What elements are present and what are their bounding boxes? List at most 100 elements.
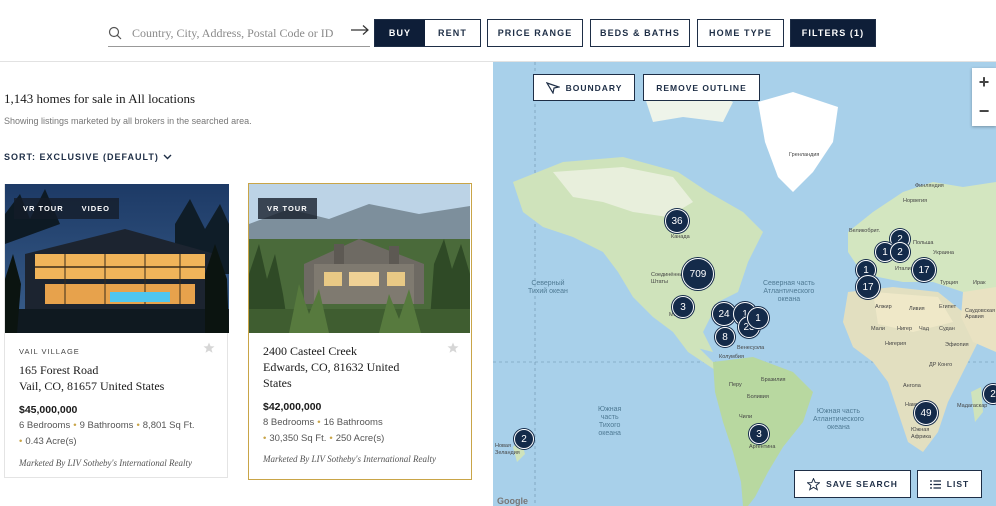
- boundary-label: BOUNDARY: [565, 82, 623, 93]
- map-cluster-marker[interactable]: 17: [912, 258, 936, 282]
- label-greenland: Гренландия: [789, 152, 820, 158]
- label-angola: Ангола: [903, 383, 921, 389]
- remove-outline-label: REMOVE OUTLINE: [656, 82, 747, 93]
- remove-outline-button[interactable]: REMOVE OUTLINE: [643, 74, 760, 101]
- address-line-2: Edwards, CO, 81632 United States: [263, 360, 400, 390]
- search-bar: [108, 20, 370, 47]
- search-icon: [108, 26, 122, 40]
- label-libya: Ливия: [909, 306, 925, 312]
- star-outline-icon: [807, 477, 821, 491]
- zoom-out-button[interactable]: −: [972, 97, 996, 126]
- map-cluster-marker[interactable]: 1: [747, 307, 769, 329]
- listing-address[interactable]: 165 Forest Road Vail, CO, 81657 United S…: [19, 362, 164, 394]
- listing-address[interactable]: 2400 Casteel Creek Edwards, CO, 81632 Un…: [263, 343, 423, 391]
- label-sudan: Судан: [939, 326, 955, 332]
- listing-card[interactable]: VR TOUR VIDEO VAIL VILLAGE 165 Forest Ro…: [4, 184, 229, 478]
- save-search-button[interactable]: SAVE SEARCH: [794, 470, 911, 498]
- listing-area: VAIL VILLAGE: [19, 347, 80, 356]
- buy-button[interactable]: BUY: [375, 20, 425, 46]
- sort-label: SORT: EXCLUSIVE (DEFAULT): [4, 152, 159, 162]
- zoom-in-button[interactable]: +: [972, 68, 996, 97]
- label-north-pacific: Северный Тихий океан: [528, 280, 568, 295]
- label-colombia: Колумбия: [719, 354, 744, 360]
- badge-vr-tour: VR TOUR: [258, 198, 317, 219]
- map-cluster-marker[interactable]: 49: [914, 401, 938, 425]
- home-type-button[interactable]: HOME TYPE: [697, 19, 784, 47]
- favorite-star-icon[interactable]: [447, 342, 459, 354]
- marketed-by: Marketed By LIV Sotheby's International …: [19, 458, 192, 468]
- listing-photo[interactable]: VR TOUR VIDEO: [5, 184, 229, 333]
- label-madagascar: Мадагаскар: [957, 403, 988, 409]
- label-finland: Финляндия: [915, 183, 944, 189]
- polygon-draw-icon: [545, 81, 560, 94]
- map-cluster-marker[interactable]: 36: [665, 209, 689, 233]
- buy-rent-toggle: BUY RENT: [374, 19, 481, 47]
- listing-card[interactable]: VR TOUR 2400 Casteel Creek Edwards, CO, …: [248, 183, 472, 480]
- label-argentina: Аргентина: [749, 444, 776, 450]
- map-cluster-marker[interactable]: 709: [682, 258, 714, 290]
- acres: 0.43 Acre(s): [25, 436, 77, 447]
- label-norway: Норвегия: [903, 198, 928, 204]
- label-north-atlantic: Северная часть Атлантического океана: [763, 280, 815, 303]
- results-count: 1,143 homes for sale in All locations: [4, 91, 196, 106]
- bedrooms: 6 Bedrooms: [19, 420, 71, 431]
- favorite-star-icon[interactable]: [203, 342, 215, 354]
- badge-video: VIDEO: [72, 198, 119, 219]
- boundary-button[interactable]: BOUNDARY: [533, 74, 635, 101]
- map-panel[interactable]: Северный Тихий океан Северная часть Атла…: [493, 62, 996, 506]
- map-cluster-marker[interactable]: 3: [749, 424, 769, 444]
- address-line-2: Vail, CO, 81657 United States: [19, 379, 165, 393]
- sqft: 8,801 Sq Ft.: [142, 420, 195, 431]
- bathrooms: 16 Bathrooms: [323, 417, 383, 428]
- save-search-label: SAVE SEARCH: [826, 479, 898, 489]
- acres: 250 Acre(s): [335, 433, 385, 444]
- label-venezuela: Венесуэла: [737, 345, 765, 351]
- rent-button[interactable]: RENT: [425, 20, 480, 46]
- list-view-button[interactable]: LIST: [917, 470, 982, 498]
- map-cluster-marker[interactable]: 17: [856, 275, 880, 299]
- listing-facts: 8 Bedrooms • 16 Bathrooms • 30,350 Sq Ft. • 25…: [263, 417, 385, 444]
- label-algeria: Алжир: [875, 304, 892, 310]
- label-poland: Польша: [913, 240, 934, 246]
- label-turkey: Турция: [940, 280, 958, 286]
- label-brazil: Бразилия: [761, 377, 786, 383]
- beds-baths-button[interactable]: BEDS & BATHS: [590, 19, 690, 47]
- zoom-control: + −: [972, 68, 996, 126]
- sqft: 30,350 Sq Ft.: [269, 433, 327, 444]
- bedrooms: 8 Bedrooms: [263, 417, 315, 428]
- arrow-right-icon[interactable]: [350, 24, 370, 36]
- label-chad: Чад: [919, 326, 929, 332]
- filters-button[interactable]: FILTERS (1): [790, 19, 876, 47]
- search-input[interactable]: [132, 25, 342, 41]
- listing-photo[interactable]: VR TOUR: [249, 184, 471, 333]
- map-cluster-marker[interactable]: 8: [715, 327, 735, 347]
- map-cluster-marker[interactable]: 2: [890, 242, 910, 262]
- label-south-africa: Южная Африка: [911, 427, 931, 440]
- label-uk: Великобрит.: [849, 228, 881, 234]
- sort-dropdown[interactable]: SORT: EXCLUSIVE (DEFAULT): [4, 152, 172, 162]
- label-nigeria: Нигерия: [885, 341, 907, 347]
- results-subtitle: Showing listings marketed by all brokers…: [4, 116, 252, 126]
- chevron-down-icon: [163, 154, 172, 160]
- address-line-1: 2400 Casteel Creek: [263, 344, 357, 358]
- label-italy: Италия: [895, 266, 914, 272]
- label-niger: Нигер: [897, 326, 913, 332]
- price-range-button[interactable]: PRICE RANGE: [487, 19, 583, 47]
- badge-group: VR TOUR VIDEO: [14, 198, 119, 219]
- label-drc: ДР Конго: [929, 362, 953, 368]
- map-cluster-marker[interactable]: 2: [514, 429, 534, 449]
- listing-facts: 6 Bedrooms • 9 Bathrooms • 8,801 Sq Ft. • 0.43…: [19, 420, 195, 447]
- label-bolivia: Боливия: [747, 394, 769, 400]
- label-egypt: Египет: [939, 304, 957, 310]
- badge-vr-tour: VR TOUR: [14, 198, 73, 219]
- label-iraq: Ирак: [973, 280, 986, 286]
- map-cluster-marker[interactable]: 3: [672, 296, 694, 318]
- badge-group: VR TOUR: [258, 198, 317, 219]
- list-icon: [929, 479, 941, 489]
- google-logo: Google: [497, 496, 528, 506]
- label-ethiopia: Эфиопия: [945, 342, 969, 348]
- list-label: LIST: [946, 479, 970, 489]
- label-south-pacific: Южная часть Тихого океана: [598, 406, 622, 437]
- listing-price: $42,000,000: [263, 401, 322, 413]
- map-cluster-marker[interactable]: 2: [983, 384, 996, 404]
